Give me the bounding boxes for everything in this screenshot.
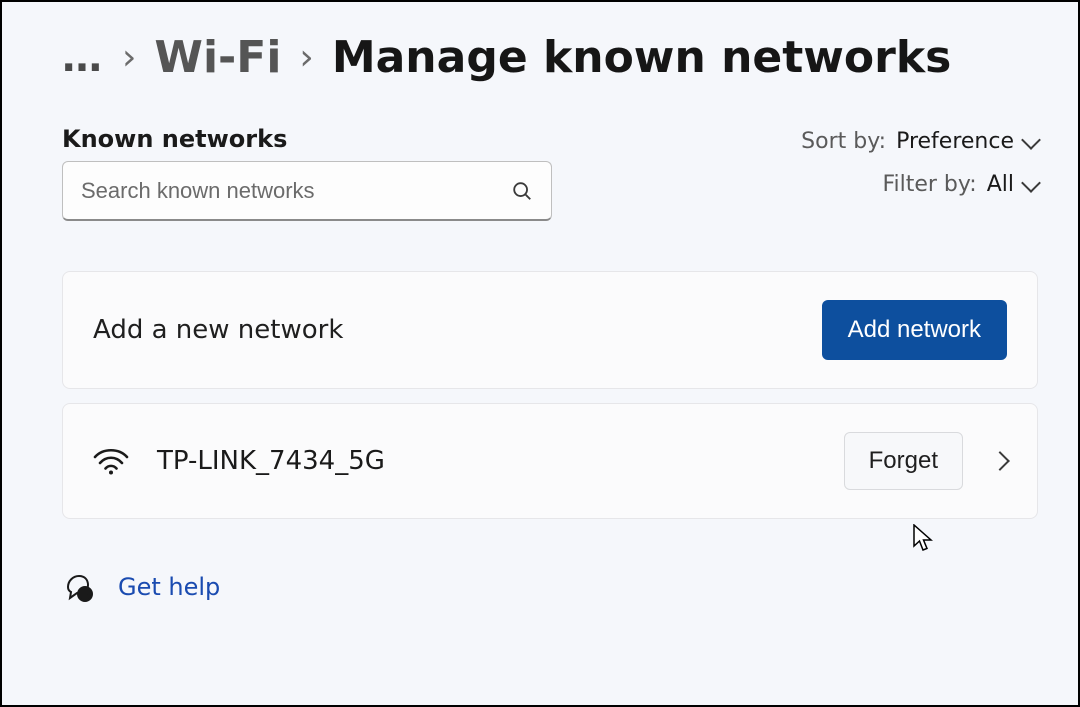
forget-button[interactable]: Forget — [844, 432, 963, 490]
network-name: TP-LINK_7434_5G — [157, 446, 385, 476]
help-icon: ? — [62, 571, 94, 603]
svg-text:?: ? — [82, 590, 88, 601]
search-input-container[interactable] — [62, 161, 552, 221]
breadcrumb: … › Wi-Fi › Manage known networks — [62, 32, 1038, 83]
chevron-right-icon: › — [122, 37, 136, 78]
sort-by-label: Sort by: — [801, 129, 886, 154]
breadcrumb-current: Manage known networks — [332, 32, 951, 83]
sort-by-dropdown[interactable]: Sort by: Preference — [801, 129, 1038, 154]
add-network-button[interactable]: Add network — [822, 300, 1007, 360]
add-network-card: Add a new network Add network — [62, 271, 1038, 389]
network-row[interactable]: TP-LINK_7434_5G Forget — [62, 403, 1038, 519]
cursor-icon — [912, 524, 934, 552]
section-heading: Known networks — [62, 125, 552, 153]
sort-by-value: Preference — [896, 129, 1014, 154]
filter-by-value: All — [987, 172, 1014, 197]
filter-by-dropdown[interactable]: Filter by: All — [882, 172, 1038, 197]
add-network-title: Add a new network — [93, 315, 343, 345]
chevron-down-icon — [1021, 130, 1041, 150]
chevron-right-icon: › — [299, 37, 313, 78]
search-input[interactable] — [81, 178, 511, 204]
chevron-right-icon[interactable] — [990, 451, 1010, 471]
filter-by-label: Filter by: — [882, 172, 976, 197]
breadcrumb-overflow[interactable]: … — [62, 35, 104, 81]
get-help-link[interactable]: Get help — [118, 573, 220, 601]
search-icon[interactable] — [511, 180, 533, 202]
breadcrumb-wifi[interactable]: Wi-Fi — [154, 32, 281, 83]
chevron-down-icon — [1021, 173, 1041, 193]
wifi-icon — [93, 447, 129, 475]
help-row: ? Get help — [62, 571, 1038, 603]
